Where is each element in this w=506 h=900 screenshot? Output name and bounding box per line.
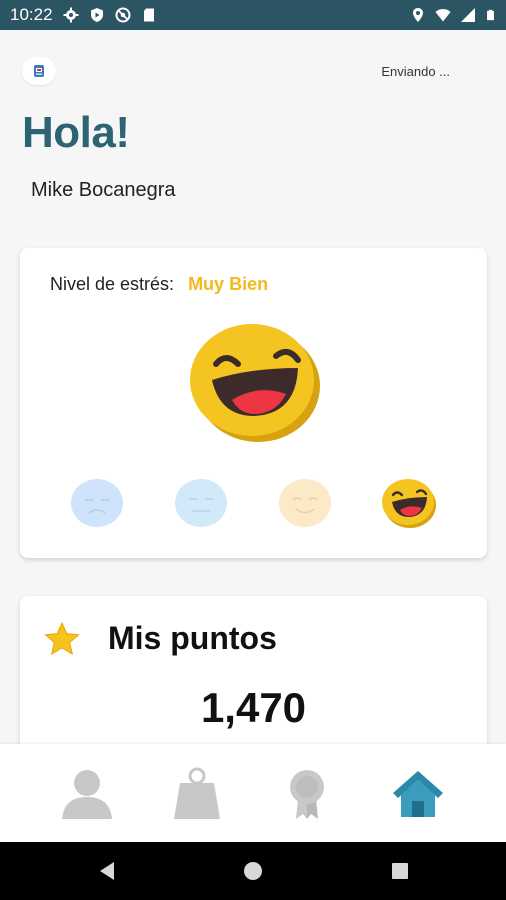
battery-icon: [487, 9, 494, 21]
star-icon: [44, 621, 80, 655]
stress-card: Nivel de estrés: Muy Bien: [20, 248, 487, 558]
sad-face-icon[interactable]: [70, 478, 124, 528]
laughing-face-icon: [190, 324, 320, 442]
points-title-row: Mis puntos: [44, 620, 277, 657]
sending-status: Enviando ...: [381, 64, 450, 79]
at-sign-icon: [115, 7, 131, 23]
back-icon[interactable]: [96, 860, 118, 882]
gear-icon: [63, 7, 79, 23]
app-logo-icon: [34, 65, 44, 77]
neutral-face-icon[interactable]: [174, 478, 228, 528]
wifi-icon: [435, 9, 451, 22]
status-left: 10:22: [10, 5, 157, 25]
points-card: Mis puntos 1,470: [20, 596, 487, 766]
medal-icon: [290, 770, 324, 819]
profile-icon: [62, 770, 112, 819]
stress-label-row: Nivel de estrés: Muy Bien: [50, 274, 268, 295]
laughing-face-icon[interactable]: [382, 478, 436, 528]
nav-item-shop[interactable]: [167, 766, 227, 822]
sd-card-icon: [143, 8, 154, 22]
signal-icon: [461, 8, 475, 22]
user-name: Mike Bocanegra: [31, 179, 176, 201]
greeting-title: Hola!: [22, 108, 130, 157]
status-time: 10:22: [10, 5, 53, 24]
home-circle-icon[interactable]: [242, 860, 264, 882]
shopping-bag-icon: [174, 767, 220, 819]
smiling-face-icon[interactable]: [278, 478, 332, 528]
nav-item-profile[interactable]: [57, 766, 117, 822]
stress-level-value: Muy Bien: [188, 274, 269, 294]
location-icon: [413, 8, 423, 22]
system-nav-bar: [0, 842, 506, 900]
bottom-nav: [0, 744, 506, 842]
status-right: [410, 7, 496, 23]
app-logo: [22, 57, 56, 85]
nav-item-home[interactable]: [388, 766, 448, 822]
status-bar: 10:22: [0, 0, 506, 30]
recents-icon[interactable]: [389, 860, 411, 882]
mood-options-row: [70, 478, 440, 532]
nav-item-achievements[interactable]: [277, 766, 337, 822]
points-value: 1,470: [200, 684, 307, 731]
stress-label: Nivel de estrés:: [50, 274, 175, 294]
points-title: Mis puntos: [108, 620, 277, 656]
play-shield-icon: [90, 8, 103, 22]
home-icon: [393, 771, 443, 817]
